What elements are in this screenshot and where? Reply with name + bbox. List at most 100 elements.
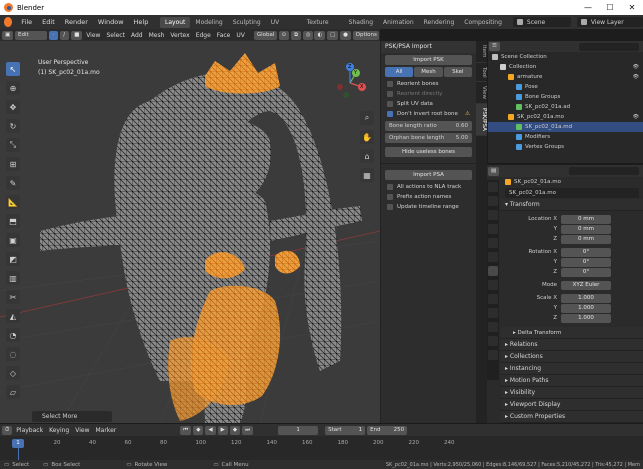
rotate-tool-icon[interactable]: ↻ bbox=[6, 119, 20, 133]
move-tool-icon[interactable]: ✥ bbox=[6, 100, 20, 114]
measure-tool-icon[interactable]: 📐 bbox=[6, 195, 20, 209]
rotation-mode-select[interactable]: XYZ Euler bbox=[561, 280, 611, 290]
tab-sculpting[interactable]: Sculpting bbox=[228, 17, 266, 28]
camera-icon[interactable]: ⌂ bbox=[360, 149, 374, 163]
edge-select-button[interactable]: / bbox=[60, 30, 70, 40]
extrude-tool-icon[interactable]: ⬒ bbox=[6, 214, 20, 228]
output-props-tab-icon[interactable] bbox=[488, 210, 498, 220]
inset-tool-icon[interactable]: ▣ bbox=[6, 233, 20, 247]
tab-texture-paint[interactable]: Texture Paint bbox=[302, 17, 344, 37]
next-key-icon[interactable]: ◆ bbox=[229, 425, 241, 435]
mode-all-button[interactable]: All bbox=[385, 67, 414, 77]
scale-tool-icon[interactable]: ⤡ bbox=[6, 138, 20, 152]
poly-build-tool-icon[interactable]: ◭ bbox=[6, 309, 20, 323]
dont-invert-root-checkbox[interactable]: Don't invert root bone ⚠ bbox=[387, 111, 470, 117]
outliner-row[interactable]: Bone Groups bbox=[488, 92, 643, 102]
location-z-value[interactable]: 0 mm bbox=[561, 234, 611, 244]
hide-useless-bones-button[interactable]: Hide useless bones bbox=[385, 147, 472, 157]
tab-layout[interactable]: Layout bbox=[160, 16, 191, 28]
nla-track-checkbox[interactable]: All actions to NLA track bbox=[387, 184, 470, 190]
menu-face[interactable]: Face bbox=[214, 32, 234, 39]
object-props-tab-icon[interactable] bbox=[488, 266, 498, 276]
play-reverse-icon[interactable]: ◀ bbox=[205, 425, 216, 435]
blender-menu-icon[interactable] bbox=[4, 17, 13, 27]
menu-playback[interactable]: Playback bbox=[13, 427, 46, 434]
visibility-eye-icon[interactable]: 👁 bbox=[633, 62, 639, 72]
editor-type-button[interactable]: ▣ bbox=[2, 30, 13, 40]
location-y-value[interactable]: 0 mm bbox=[561, 224, 611, 234]
menu-marker[interactable]: Marker bbox=[92, 427, 119, 434]
pan-icon[interactable]: ✋ bbox=[360, 130, 374, 144]
properties-search-input[interactable] bbox=[569, 167, 639, 175]
smooth-tool-icon[interactable]: ◌ bbox=[6, 347, 20, 361]
tool-props-tab-icon[interactable] bbox=[488, 182, 498, 192]
property-section-header[interactable]: ▸ Collections bbox=[501, 351, 643, 363]
visibility-eye-icon[interactable]: 👁 bbox=[633, 72, 639, 82]
jump-end-icon[interactable]: ⏭ bbox=[242, 425, 254, 435]
tab-shading[interactable]: Shading bbox=[344, 17, 378, 28]
menu-timeline-view[interactable]: View bbox=[72, 427, 92, 434]
reorient-bones-checkbox[interactable]: Reorient bones bbox=[387, 81, 470, 87]
mode-selector[interactable]: Edit Mode bbox=[14, 30, 48, 47]
outliner-row[interactable]: SK_pc02_01a.ad bbox=[488, 102, 643, 112]
timeline-editor-icon[interactable]: ⏱ bbox=[2, 425, 13, 435]
timeline-track[interactable]: 120406080100120140160180200220240 1 bbox=[0, 436, 643, 460]
options-button[interactable]: Options bbox=[352, 30, 379, 40]
transform-tool-icon[interactable]: ⊞ bbox=[6, 157, 20, 171]
tab-rendering[interactable]: Rendering bbox=[419, 17, 460, 28]
outliner-search-input[interactable] bbox=[579, 42, 639, 51]
sidebar-tab-view[interactable]: View bbox=[476, 82, 487, 105]
vertex-select-button[interactable]: · bbox=[49, 30, 59, 40]
orphan-bone-field[interactable]: Orphan bone length 5.00 bbox=[385, 133, 472, 143]
grid-icon[interactable]: ▦ bbox=[360, 168, 374, 182]
view-layer-props-tab-icon[interactable] bbox=[488, 224, 498, 234]
pivot-icon[interactable]: ⊙ bbox=[278, 30, 290, 40]
menu-add[interactable]: Add bbox=[128, 32, 146, 39]
scale-y-value[interactable]: 1.000 bbox=[561, 303, 611, 313]
prev-key-icon[interactable]: ◆ bbox=[193, 425, 204, 435]
maximize-button[interactable]: ☐ bbox=[599, 0, 621, 15]
select-tool-icon[interactable]: ↖ bbox=[6, 62, 20, 76]
sidebar-tab-psk-psa[interactable]: PSK/PSA bbox=[476, 104, 487, 137]
transform-orientation-selector[interactable]: Global bbox=[253, 30, 277, 40]
visibility-eye-icon[interactable]: 👁 bbox=[633, 112, 639, 122]
outliner-editor-icon[interactable]: ☰ bbox=[489, 42, 500, 51]
navigation-gizmo[interactable]: X Y Z bbox=[330, 63, 370, 103]
tab-animation[interactable]: Animation bbox=[378, 17, 419, 28]
annotate-tool-icon[interactable]: ✎ bbox=[6, 176, 20, 190]
shear-tool-icon[interactable]: ▱ bbox=[6, 385, 20, 399]
tab-modeling[interactable]: Modeling bbox=[190, 17, 227, 28]
jump-start-icon[interactable]: ⏮ bbox=[180, 425, 192, 435]
current-frame-field[interactable]: 1 bbox=[278, 425, 319, 435]
menu-edit[interactable]: Edit bbox=[37, 18, 60, 26]
knife-tool-icon[interactable]: ✂ bbox=[6, 290, 20, 304]
proportional-edit-icon[interactable]: ◎ bbox=[302, 30, 314, 40]
outliner-row[interactable]: Modifiers bbox=[488, 132, 643, 142]
menu-select[interactable]: Select bbox=[103, 32, 128, 39]
render-props-tab-icon[interactable] bbox=[488, 196, 498, 206]
outliner-row[interactable]: SK_pc02_01a.md bbox=[488, 122, 643, 132]
menu-keying[interactable]: Keying bbox=[46, 427, 72, 434]
shrink-tool-icon[interactable]: ◇ bbox=[6, 366, 20, 380]
sidebar-tab-tool[interactable]: Tool bbox=[476, 63, 487, 83]
update-timeline-checkbox[interactable]: Update timeline range bbox=[387, 204, 470, 210]
overlay-icon[interactable]: ◐ bbox=[314, 30, 326, 40]
world-props-tab-icon[interactable] bbox=[488, 252, 498, 262]
zoom-icon[interactable]: ⌕ bbox=[360, 111, 374, 125]
xray-icon[interactable]: ▢ bbox=[327, 30, 339, 40]
outliner-row[interactable]: Collection 👁 bbox=[488, 62, 643, 72]
menu-uv[interactable]: UV bbox=[233, 32, 248, 39]
object-name-field[interactable]: SK_pc02_01a.mo bbox=[505, 188, 639, 198]
minimize-button[interactable]: — bbox=[577, 0, 599, 15]
prefix-action-checkbox[interactable]: Prefix action names bbox=[387, 194, 470, 200]
start-frame-field[interactable]: Start 1 bbox=[325, 425, 366, 435]
outliner-row[interactable]: Scene Collection bbox=[488, 52, 643, 62]
menu-edge[interactable]: Edge bbox=[193, 32, 214, 39]
play-icon[interactable]: ▶ bbox=[217, 425, 228, 435]
split-uv-checkbox[interactable]: Split UV data bbox=[387, 101, 470, 107]
property-section-header[interactable]: ▸ Instancing bbox=[501, 363, 643, 375]
menu-file[interactable]: File bbox=[16, 18, 37, 26]
menu-view[interactable]: View bbox=[83, 32, 103, 39]
particles-props-tab-icon[interactable] bbox=[488, 294, 498, 304]
outliner-row[interactable]: Pose bbox=[488, 82, 643, 92]
